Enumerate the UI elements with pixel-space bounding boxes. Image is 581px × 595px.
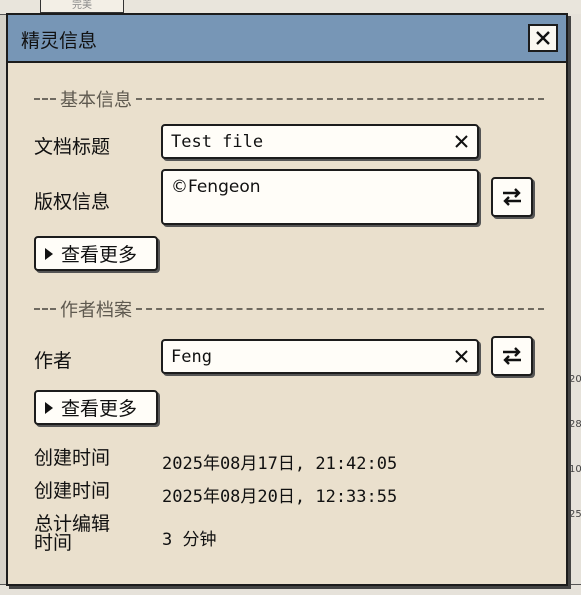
total-edit-time-value: 3 分钟 [162,530,217,550]
author-input[interactable]: Feng [161,339,479,374]
sprite-info-dialog: 精灵信息 基本信息 文档标题 Test file 版权信息 ©Fengeon 查… [6,13,568,586]
section-title: 基本信息 [60,90,132,111]
copyright-label: 版权信息 [34,191,111,213]
view-more-button[interactable]: 查看更多 [34,236,158,271]
background-side-panel: 20 28 10 25 [566,14,581,595]
background-tick: 10 [569,464,581,475]
doc-title-value: Test file [171,132,264,152]
expand-triangle-icon [45,247,53,260]
copyright-input[interactable]: ©Fengeon [161,169,479,225]
swap-icon [503,188,521,206]
close-icon [536,31,550,45]
doc-title-label: 文档标题 [34,136,111,158]
total-edit-time-label: 总计编辑时间 [34,513,111,554]
basic-info-section-header: 基本信息 [34,89,544,111]
close-button[interactable] [528,24,558,52]
section-title: 作者档案 [60,300,132,321]
author-view-more-button[interactable]: 查看更多 [34,390,158,425]
dialog-title: 精灵信息 [21,30,98,52]
created-time-value: 2025年08月17日, 21:42:05 [162,454,398,474]
copyright-value: ©Fengeon [171,177,261,197]
author-value: Feng [171,347,212,367]
created-time-label: 创建时间 [34,447,111,469]
background-tick: 20 [569,374,581,385]
dialog-titlebar[interactable]: 精灵信息 [8,15,566,63]
view-more-label: 查看更多 [61,244,138,266]
author-swap-button[interactable] [491,336,533,376]
copyright-swap-button[interactable] [491,177,533,217]
background-tick: 25 [569,509,581,520]
background-tab[interactable]: 完美 [40,0,124,13]
doc-title-input[interactable]: Test file [161,124,479,159]
author-section-header: 作者档案 [34,299,544,321]
expand-triangle-icon [45,401,53,414]
author-label: 作者 [34,350,73,372]
swap-icon [503,347,521,365]
created-time-label: 创建时间 [34,480,111,502]
clear-icon[interactable] [454,134,469,149]
created-time-value: 2025年08月20日, 12:33:55 [162,487,398,507]
clear-icon[interactable] [454,349,469,364]
background-tick: 28 [569,419,581,430]
view-more-label: 查看更多 [61,398,138,420]
